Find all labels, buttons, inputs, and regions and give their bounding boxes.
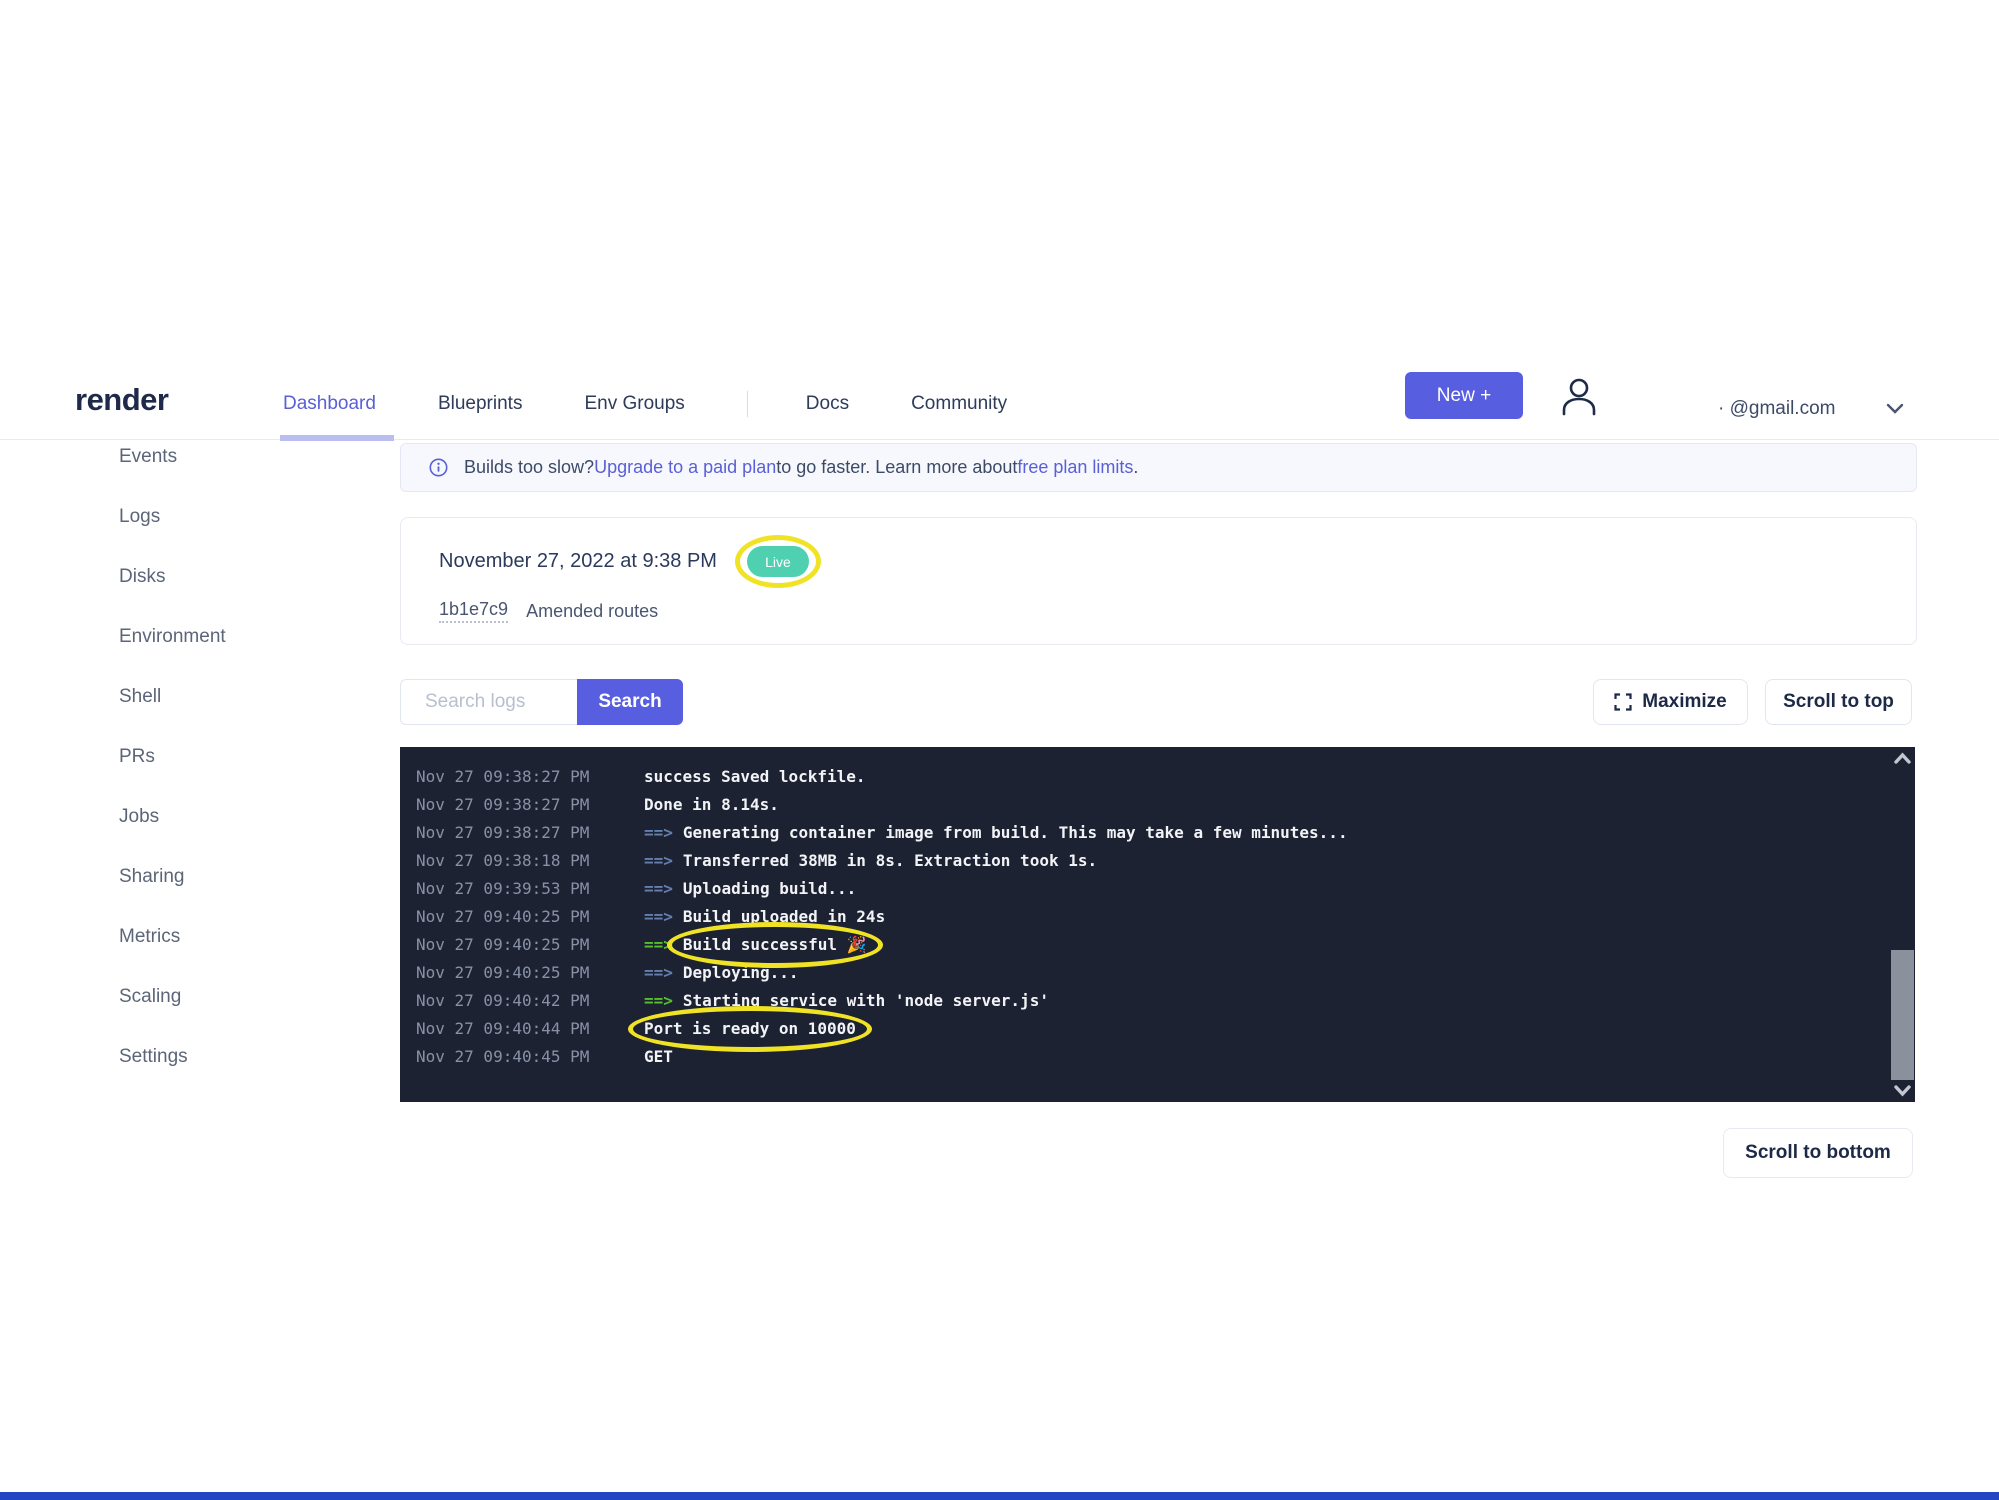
deploy-card: November 27, 2022 at 9:38 PM Live 1b1e7c… [400, 517, 1917, 645]
log-line: Nov 27 09:40:45 PMGET [416, 1043, 1875, 1071]
log-timestamp: Nov 27 09:40:45 PM [416, 1043, 644, 1071]
log-line: Nov 27 09:40:25 PM==> Build uploaded in 2… [416, 903, 1875, 931]
bottom-bar [0, 1492, 1999, 1500]
log-message: success Saved lockfile. [644, 767, 866, 786]
log-line: Nov 27 09:40:44 PMPort is ready on 10000 [416, 1015, 1875, 1043]
sidebar-item-settings[interactable]: Settings [119, 1046, 299, 1106]
log-message: Done in 8.14s. [644, 795, 779, 814]
log-timestamp: Nov 27 09:38:18 PM [416, 847, 644, 875]
dashboard-active-indicator [280, 435, 394, 441]
log-timestamp: Nov 27 09:38:27 PM [416, 791, 644, 819]
free-plan-limits-link[interactable]: free plan limits [1017, 457, 1133, 478]
top-navigation: render Dashboard Blueprints Env Groups D… [0, 368, 1999, 440]
log-search-bar: Search [400, 679, 683, 725]
commit-message: Amended routes [526, 601, 658, 622]
sidebar-item-jobs[interactable]: Jobs [119, 806, 299, 866]
log-line: Nov 27 09:40:25 PM==> Deploying... [416, 959, 1875, 987]
log-message: Build uploaded in 24s [683, 907, 885, 926]
sidebar-item-logs[interactable]: Logs [119, 506, 299, 566]
banner-text: Builds too slow? [464, 457, 594, 478]
log-line: Nov 27 09:38:27 PM==> Generating containe… [416, 819, 1875, 847]
search-button[interactable]: Search [577, 679, 683, 725]
log-terminal[interactable]: Nov 27 09:38:27 PMsuccess Saved lockfile… [400, 747, 1915, 1102]
banner-text: to go faster. Learn more about [776, 457, 1017, 478]
log-line: Nov 27 09:39:53 PM==> Uploading build... [416, 875, 1875, 903]
log-timestamp: Nov 27 09:40:44 PM [416, 1015, 644, 1043]
log-timestamp: Nov 27 09:39:53 PM [416, 875, 644, 903]
user-avatar-icon[interactable] [1560, 377, 1598, 417]
maximize-label: Maximize [1642, 691, 1726, 713]
deploy-date: November 27, 2022 at 9:38 PM [439, 550, 717, 573]
log-line: Nov 27 09:40:25 PM==> Build successful 🎉 [416, 931, 1875, 959]
log-message-annotated: Port is ready on 10000 [644, 1015, 856, 1043]
log-arrow-icon: ==> [644, 963, 673, 982]
service-sidebar: Events Logs Disks Environment Shell PRs … [119, 446, 299, 1106]
scrollbar-down-icon[interactable] [1893, 1084, 1912, 1098]
log-line: Nov 27 09:40:42 PM==> Starting service wi… [416, 987, 1875, 1015]
sidebar-item-disks[interactable]: Disks [119, 566, 299, 626]
log-timestamp: Nov 27 09:40:42 PM [416, 987, 644, 1015]
log-message: Generating container image from build. T… [683, 823, 1348, 842]
sidebar-item-sharing[interactable]: Sharing [119, 866, 299, 926]
log-timestamp: Nov 27 09:40:25 PM [416, 959, 644, 987]
maximize-icon [1614, 693, 1632, 711]
banner-text: . [1133, 457, 1138, 478]
log-arrow-icon: ==> [644, 823, 673, 842]
log-timestamp: Nov 27 09:40:25 PM [416, 903, 644, 931]
scroll-to-bottom-button[interactable]: Scroll to bottom [1723, 1128, 1913, 1178]
new-button[interactable]: New + [1405, 372, 1523, 419]
nav-link-blueprints[interactable]: Blueprints [438, 393, 523, 415]
sidebar-item-events[interactable]: Events [119, 446, 299, 506]
scroll-to-top-button[interactable]: Scroll to top [1765, 679, 1912, 725]
log-arrow-icon: ==> [644, 879, 673, 898]
log-arrow-icon: ==> [644, 907, 673, 926]
info-icon [429, 458, 448, 477]
nav-link-dashboard[interactable]: Dashboard [283, 393, 376, 415]
scrollbar-up-icon[interactable] [1893, 751, 1912, 765]
search-logs-input[interactable] [400, 679, 577, 725]
upgrade-plan-link[interactable]: Upgrade to a paid plan [594, 457, 776, 478]
upgrade-banner: Builds too slow? Upgrade to a paid plan … [400, 443, 1917, 492]
sidebar-item-prs[interactable]: PRs [119, 746, 299, 806]
log-arrow-icon: ==> [644, 991, 673, 1010]
nav-link-community[interactable]: Community [911, 393, 1007, 415]
sidebar-item-environment[interactable]: Environment [119, 626, 299, 686]
log-message-annotated: Build successful 🎉 [683, 931, 867, 959]
chevron-down-icon[interactable] [1886, 403, 1904, 414]
log-timestamp: Nov 27 09:38:27 PM [416, 819, 644, 847]
terminal-scrollbar[interactable] [1890, 747, 1915, 1102]
maximize-button[interactable]: Maximize [1593, 679, 1748, 725]
log-message: Transferred 38MB in 8s. Extraction took … [683, 851, 1097, 870]
log-line: Nov 27 09:38:27 PMDone in 8.14s. [416, 791, 1875, 819]
commit-hash[interactable]: 1b1e7c9 [439, 599, 508, 623]
live-status-badge: Live [747, 546, 809, 577]
log-line: Nov 27 09:38:27 PMsuccess Saved lockfile… [416, 763, 1875, 791]
account-email[interactable]: · @gmail.com [1718, 398, 1835, 420]
log-arrow-icon: ==> [644, 935, 673, 954]
nav-link-env-groups[interactable]: Env Groups [584, 393, 684, 415]
sidebar-item-metrics[interactable]: Metrics [119, 926, 299, 986]
nav-link-docs[interactable]: Docs [806, 393, 849, 415]
render-logo[interactable]: render [75, 382, 168, 418]
scrollbar-thumb[interactable] [1891, 950, 1914, 1080]
nav-links: Dashboard Blueprints Env Groups Docs Com… [283, 368, 1069, 439]
sidebar-item-scaling[interactable]: Scaling [119, 986, 299, 1046]
log-timestamp: Nov 27 09:38:27 PM [416, 763, 644, 791]
log-line: Nov 27 09:38:18 PM==> Transferred 38MB in… [416, 847, 1875, 875]
log-message: Uploading build... [683, 879, 856, 898]
log-timestamp: Nov 27 09:40:25 PM [416, 931, 644, 959]
log-message: Starting service with 'node server.js' [683, 991, 1049, 1010]
log-message: GET [644, 1047, 673, 1066]
log-message: Deploying... [683, 963, 799, 982]
log-arrow-icon: ==> [644, 851, 673, 870]
sidebar-item-shell[interactable]: Shell [119, 686, 299, 746]
nav-divider [747, 391, 748, 417]
